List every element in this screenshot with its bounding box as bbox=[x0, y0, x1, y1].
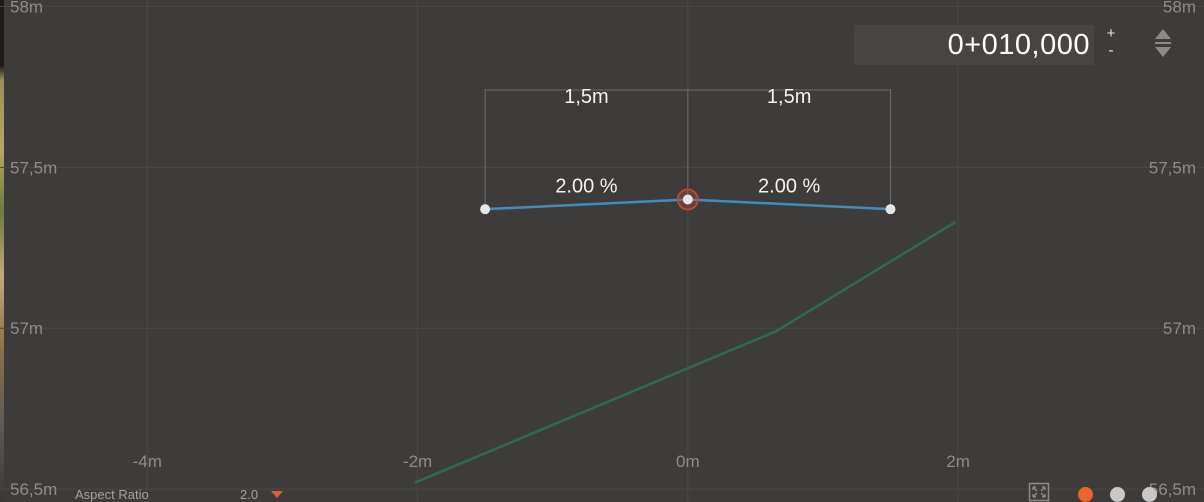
station-decrement-button[interactable]: - bbox=[1104, 43, 1118, 58]
cross-slope-label: 2.00 % bbox=[555, 175, 617, 197]
template-point-handle[interactable] bbox=[480, 204, 491, 215]
y-axis-label-left: 57,5m bbox=[10, 158, 57, 177]
template-point-handle[interactable] bbox=[885, 204, 896, 215]
y-axis-label-right: 57m bbox=[1163, 319, 1196, 338]
x-axis-label: 2m bbox=[946, 452, 970, 471]
up-down-spinner-icon[interactable] bbox=[1154, 28, 1172, 58]
station-input[interactable]: 0+010,000 bbox=[854, 25, 1094, 65]
width-dimension-label: 1,5m bbox=[767, 86, 811, 108]
page-dot-1[interactable] bbox=[1078, 487, 1093, 502]
page-dot-2[interactable] bbox=[1110, 487, 1125, 502]
zoom-extents-icon[interactable] bbox=[1028, 482, 1050, 502]
y-axis-label-left: 57m bbox=[10, 319, 43, 338]
cross-section-plot[interactable]: 56,5m 56,5m57m 57m57,5m 57,5m58m 58m -4m -2m 0… bbox=[0, 0, 1204, 502]
template-point-handle[interactable] bbox=[682, 194, 693, 205]
cross-section-viewport[interactable]: 56,5m 56,5m 57m 57m 57,5m 57,5m 58m 58m -4m -2m 0… bbox=[0, 0, 1204, 502]
aspect-ratio-dropdown-icon[interactable] bbox=[271, 491, 283, 498]
width-dimension-label: 1,5m bbox=[564, 86, 608, 108]
station-increment-button[interactable]: + bbox=[1104, 26, 1118, 41]
y-axis-label-right: 58m bbox=[1163, 0, 1196, 16]
template-segment[interactable] bbox=[686, 198, 892, 211]
y-axis-label-left: 58m bbox=[10, 0, 43, 16]
page-dot-3[interactable] bbox=[1142, 487, 1157, 502]
x-axis-label: 0m bbox=[676, 452, 700, 471]
x-axis-label: -4m bbox=[133, 452, 162, 471]
aspect-ratio-label: Aspect Ratio bbox=[75, 487, 149, 502]
existing-ground-line bbox=[414, 220, 957, 484]
y-axis-label-left: 56,5m bbox=[10, 480, 57, 499]
cross-slope-label: 2.00 % bbox=[758, 175, 820, 197]
x-axis-label: -2m bbox=[403, 452, 432, 471]
template-segment[interactable] bbox=[483, 198, 690, 211]
y-axis-label-right: 57,5m bbox=[1149, 158, 1196, 177]
aspect-ratio-value[interactable]: 2.0 bbox=[240, 487, 258, 502]
